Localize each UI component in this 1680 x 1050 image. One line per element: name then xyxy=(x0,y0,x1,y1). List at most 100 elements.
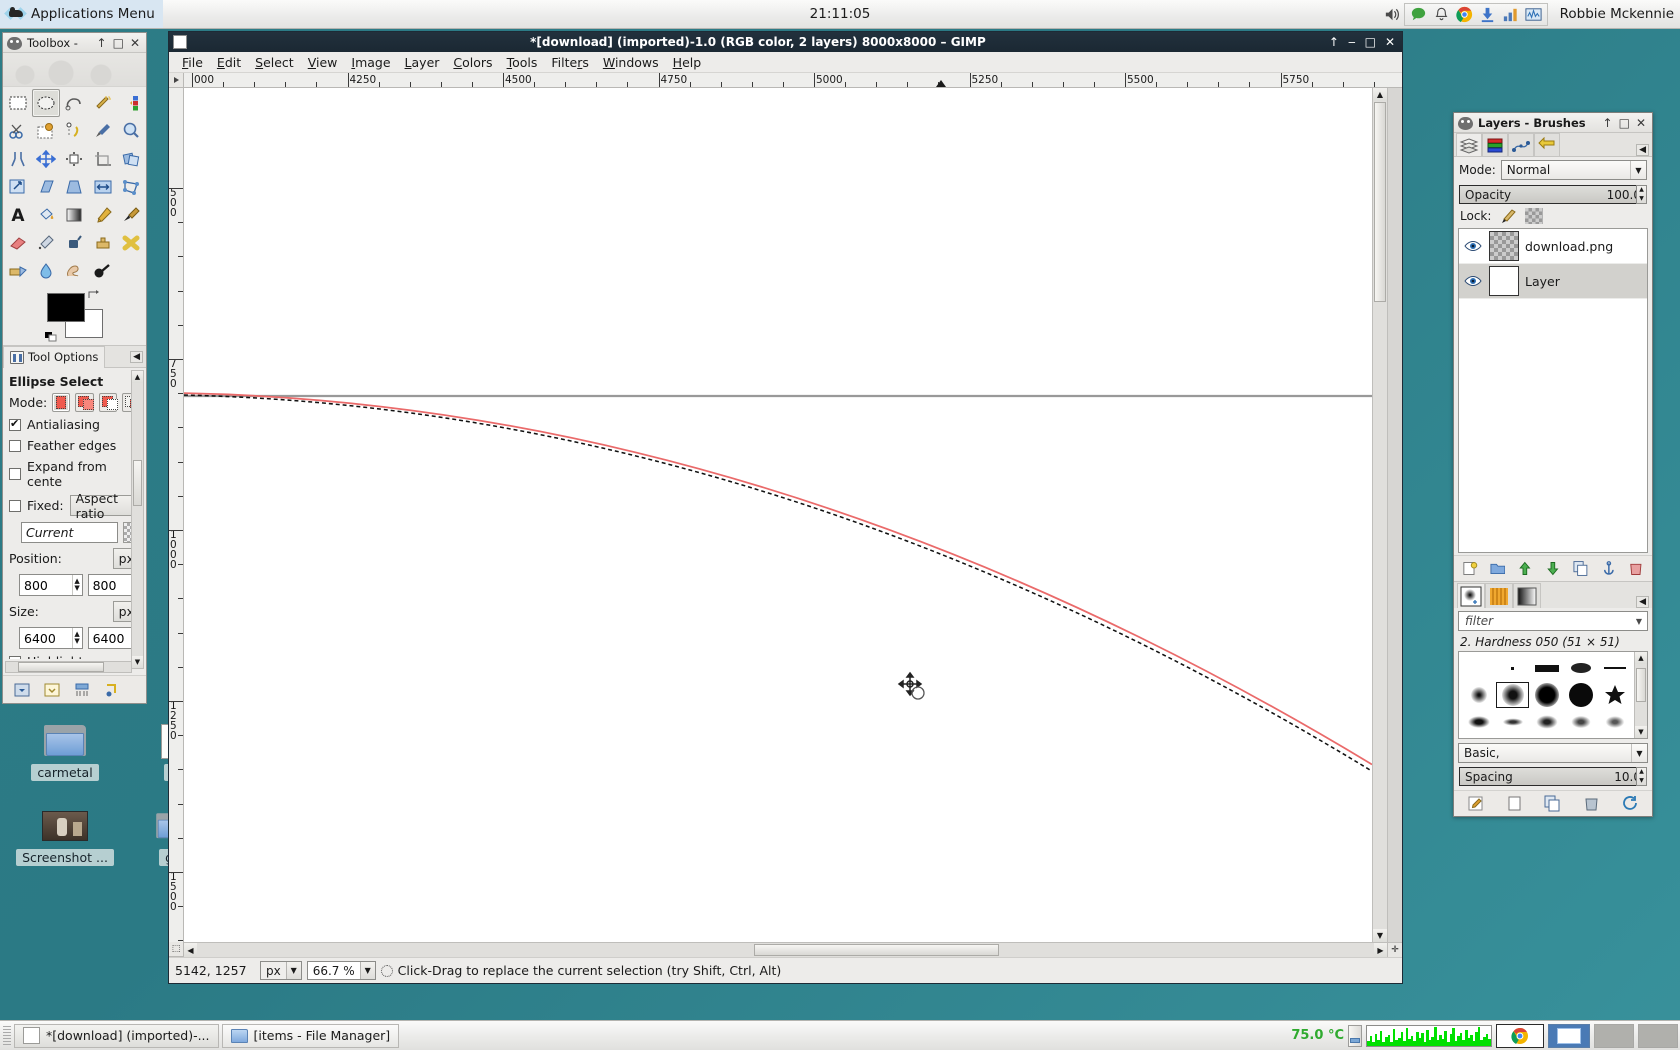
restore-options-icon[interactable] xyxy=(43,681,61,699)
brush-grid[interactable]: ▲ ▼ xyxy=(1458,651,1648,739)
anchor-layer-button[interactable] xyxy=(1601,560,1617,577)
image-canvas[interactable] xyxy=(184,88,1372,942)
canvas-vertical-scrollbar[interactable]: ▲ ▼ xyxy=(1372,88,1387,942)
clone-tool[interactable] xyxy=(89,229,117,257)
vscroll-up-arrow[interactable]: ▲ xyxy=(1373,88,1387,101)
perspective-tool[interactable] xyxy=(60,173,88,201)
feather-edges-row[interactable]: Feather edges xyxy=(9,438,140,453)
brush-preset-combo[interactable]: Basic, ▼ xyxy=(1458,743,1648,763)
shade-button[interactable]: ↑ xyxy=(1603,116,1613,130)
brush-cell[interactable] xyxy=(1598,682,1631,708)
cage-transform-tool[interactable] xyxy=(117,173,145,201)
bell-icon[interactable] xyxy=(1432,5,1451,24)
menu-file[interactable]: File xyxy=(175,53,210,72)
scale-tool[interactable] xyxy=(4,173,32,201)
rotate-tool[interactable] xyxy=(117,145,145,173)
desktop-icon-carmetal[interactable]: carmetal xyxy=(10,718,120,784)
layer-row[interactable]: Layer xyxy=(1459,264,1647,299)
vertical-ruler[interactable]: 5 0 07 5 01 0 0 01 2 5 01 5 0 0 xyxy=(169,88,184,942)
tab-brushes[interactable] xyxy=(1457,583,1485,608)
hscroll-thumb[interactable] xyxy=(754,944,999,956)
fixed-row[interactable]: Fixed: Aspect ratio xyxy=(9,491,140,521)
brush-cell-selected[interactable] xyxy=(1496,682,1529,708)
dodge-burn-tool[interactable] xyxy=(89,257,117,285)
scroll-down-arrow[interactable]: ▼ xyxy=(1635,726,1647,738)
menu-select[interactable]: Select xyxy=(248,53,301,72)
shade-button[interactable]: ↑ xyxy=(1329,35,1339,49)
text-tool[interactable]: A xyxy=(4,201,32,229)
edit-brush-button[interactable] xyxy=(1467,795,1484,812)
taskbar-chrome-button[interactable] xyxy=(1496,1023,1544,1048)
tab-gradients[interactable] xyxy=(1513,583,1541,608)
spacing-stepper[interactable]: ▲ ▼ xyxy=(1636,767,1647,786)
minimize-button[interactable]: ‒ xyxy=(1348,35,1356,49)
gradient-tool[interactable] xyxy=(60,201,88,229)
eraser-tool[interactable] xyxy=(4,229,32,257)
delete-brush-button[interactable] xyxy=(1583,795,1600,812)
applications-menu-button[interactable]: Applications Menu xyxy=(0,0,163,28)
scissors-select-tool[interactable] xyxy=(4,117,32,145)
shear-tool[interactable] xyxy=(32,173,60,201)
layers-dock-titlebar[interactable]: Layers - Brushes ↑ □ ✕ xyxy=(1454,113,1652,133)
close-button[interactable]: ✕ xyxy=(1636,116,1646,130)
eye-icon[interactable] xyxy=(1463,274,1483,288)
lock-pixels-icon[interactable] xyxy=(1499,208,1517,224)
layer-list[interactable]: download.png Layer xyxy=(1458,228,1648,553)
menu-windows[interactable]: Windows xyxy=(596,53,666,72)
ink-tool[interactable] xyxy=(60,229,88,257)
new-brush-button[interactable] xyxy=(1506,795,1523,812)
brush-cell[interactable] xyxy=(1564,709,1597,735)
mode-add-button[interactable] xyxy=(75,393,95,412)
hscroll-right-arrow[interactable]: ▶ xyxy=(1374,943,1387,957)
tab-tool-options[interactable]: Tool Options xyxy=(3,346,106,368)
volume-icon[interactable] xyxy=(1383,5,1402,24)
expand-from-center-checkbox[interactable] xyxy=(9,468,21,480)
menu-colors[interactable]: Colors xyxy=(446,53,499,72)
expand-from-center-row[interactable]: Expand from cente xyxy=(9,459,140,489)
color-picker-tool[interactable] xyxy=(89,117,117,145)
dock-menu-button[interactable]: ◀ xyxy=(1636,144,1649,156)
vscroll-thumb[interactable] xyxy=(1374,102,1386,302)
position-x-input[interactable] xyxy=(20,575,72,595)
tab-layers[interactable] xyxy=(1456,133,1482,156)
brush-cell[interactable] xyxy=(1598,709,1631,735)
opacity-stepper[interactable]: ▲ ▼ xyxy=(1636,185,1647,204)
duplicate-layer-button[interactable] xyxy=(1573,560,1589,577)
scrollbar-thumb[interactable] xyxy=(1636,668,1646,702)
navigation-preview-button[interactable]: ✛ xyxy=(1387,942,1402,957)
brush-cell[interactable] xyxy=(1564,682,1597,708)
tab-paths[interactable] xyxy=(1508,133,1534,156)
desktop-icon-screenshot[interactable]: Screenshot ... xyxy=(10,803,120,869)
brush-dock-menu-button[interactable]: ◀ xyxy=(1636,596,1649,608)
brush-grid-scrollbar[interactable]: ▲ ▼ xyxy=(1634,652,1647,738)
swap-colors-icon[interactable] xyxy=(87,289,100,302)
raise-layer-button[interactable] xyxy=(1517,560,1533,577)
chevron-down-icon[interactable]: ▼ xyxy=(285,962,301,979)
chat-icon[interactable] xyxy=(1409,5,1428,24)
layer-row[interactable]: download.png xyxy=(1459,229,1647,264)
canvas-image[interactable] xyxy=(184,88,1372,942)
save-options-icon[interactable] xyxy=(13,681,31,699)
scrollbar-thumb[interactable] xyxy=(133,460,142,507)
canvas-horizontal-scrollbar[interactable]: ◀ ▶ xyxy=(184,942,1387,957)
menu-view[interactable]: View xyxy=(301,53,345,72)
brush-cell[interactable] xyxy=(1530,709,1563,735)
tool-options-hscrollbar[interactable] xyxy=(5,661,132,673)
free-select-tool[interactable] xyxy=(60,89,88,117)
smudge-tool[interactable] xyxy=(60,257,88,285)
stats-icon[interactable] xyxy=(1501,5,1520,24)
new-group-button[interactable] xyxy=(1490,560,1506,577)
measure-tool[interactable] xyxy=(4,145,32,173)
lower-layer-button[interactable] xyxy=(1545,560,1561,577)
paintbrush-tool[interactable] xyxy=(117,201,145,229)
antialiasing-checkbox[interactable] xyxy=(9,417,21,431)
user-name[interactable]: Robbie Mckennie xyxy=(1560,6,1674,22)
close-button[interactable]: ✕ xyxy=(130,36,140,50)
reset-options-icon[interactable] xyxy=(103,681,121,699)
menu-tools[interactable]: Tools xyxy=(500,53,545,72)
hscroll-left-arrow[interactable]: ◀ xyxy=(184,943,197,957)
reset-colors-icon[interactable] xyxy=(45,327,61,343)
maximize-button[interactable]: □ xyxy=(1365,35,1376,49)
zoom-tool[interactable] xyxy=(117,117,145,145)
mode-replace-button[interactable] xyxy=(52,393,71,412)
